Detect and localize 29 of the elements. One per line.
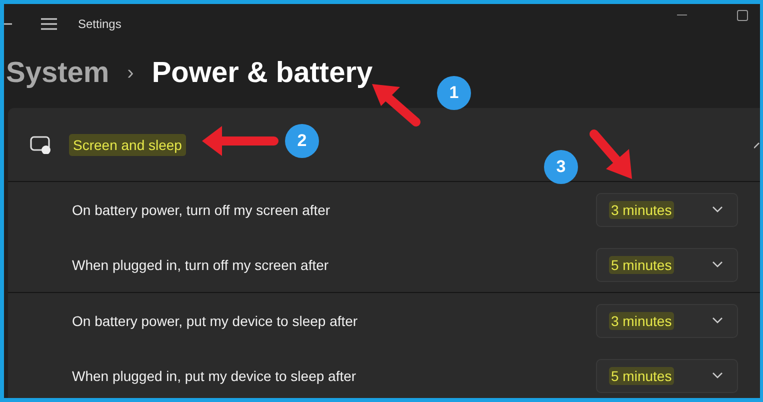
time-dropdown[interactable]: 3 minutes [596, 304, 738, 338]
chevron-down-icon [712, 206, 723, 213]
setting-label: On battery power, turn off my screen after [72, 202, 332, 218]
setting-label: When plugged in, turn off my screen after [72, 256, 330, 272]
setting-label: On battery power, put my device to sleep after [72, 312, 359, 328]
breadcrumb-link[interactable]: System [6, 56, 110, 90]
chevron-up-icon[interactable] [754, 140, 760, 148]
setting-label: When plugged in, put my device to sleep after [72, 368, 358, 384]
annotation-arrow [590, 130, 632, 179]
minimize-icon[interactable] [677, 14, 687, 16]
maximize-icon[interactable] [737, 10, 748, 20]
annotation-arrow [372, 84, 420, 126]
menu-icon[interactable] [41, 18, 57, 30]
time-dropdown[interactable]: 5 minutes [596, 248, 738, 282]
section-title: Screen and sleep [69, 134, 186, 156]
chevron-down-icon [712, 261, 723, 268]
display-sleep-icon [30, 136, 51, 154]
chevron-down-icon [712, 372, 723, 379]
window-title: Settings [78, 17, 122, 31]
dropdown-value: 5 minutes [609, 256, 674, 274]
time-dropdown[interactable]: 5 minutes [596, 358, 738, 392]
chevron-down-icon [712, 317, 723, 324]
breadcrumb-separator: › [127, 62, 134, 84]
page-title: Power & battery [152, 56, 373, 90]
dropdown-value: 3 minutes [609, 312, 674, 330]
step-number: 1 [437, 76, 471, 110]
dropdown-value: 5 minutes [609, 366, 674, 384]
time-dropdown[interactable]: 3 minutes [596, 192, 738, 226]
dropdown-value: 3 minutes [609, 200, 674, 218]
